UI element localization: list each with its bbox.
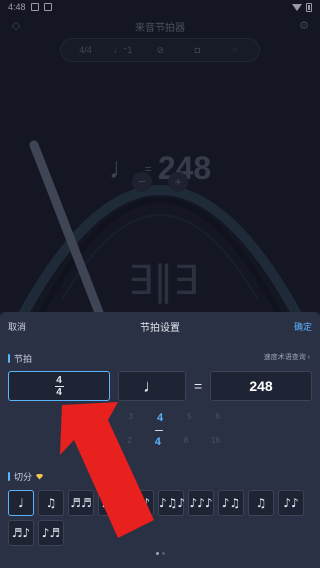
picker-option[interactable]: 2 xyxy=(100,412,104,424)
cancel-button[interactable]: 取消 xyxy=(8,320,26,333)
beat-section-label: 节拍 xyxy=(8,352,32,365)
page-indicator xyxy=(0,552,320,555)
section-marker xyxy=(8,472,10,481)
denominator-picker[interactable]: 1 2 4 8 16 xyxy=(100,436,220,448)
picker-divider xyxy=(155,430,163,431)
time-signature-field[interactable]: 4 4 xyxy=(8,371,110,401)
subdivision-option[interactable]: ♫ xyxy=(248,490,274,516)
bpm-field[interactable]: 248 xyxy=(210,371,312,401)
picker-option[interactable]: 5 xyxy=(187,412,191,424)
subdivision-section-text: 切分 xyxy=(14,472,33,482)
confirm-button[interactable]: 确定 xyxy=(294,320,312,333)
subdivision-option[interactable]: ♪♫ xyxy=(98,490,124,516)
picker-option[interactable]: 6 xyxy=(216,412,220,424)
picker-option[interactable]: 3 xyxy=(128,412,132,424)
subdivision-option[interactable]: ♬♪ xyxy=(8,520,34,546)
tempo-terms-link[interactable]: 速度术语查询 › xyxy=(264,352,310,362)
section-marker xyxy=(8,354,10,363)
sheet-header: 取消 节拍设置 确定 xyxy=(0,312,320,340)
picker-option[interactable]: 1 xyxy=(100,436,104,448)
subdivision-grid: ♩ ♫ ♬♬ ♪♫ ♫♪ ♪♫♪ ♪♪♪ ♪♫ ♫ ♪♪ ♬♪ ♪♬ xyxy=(8,490,312,546)
subdivision-option[interactable]: ♪♪♪ xyxy=(188,490,214,516)
subdivision-section-label: 切分 xyxy=(8,470,44,483)
picker-option-selected[interactable]: 4 xyxy=(155,436,161,448)
beat-section-text: 节拍 xyxy=(14,354,33,364)
subdivision-option[interactable]: ♪♪ xyxy=(278,490,304,516)
page-dot-active xyxy=(155,552,159,555)
note-value-field[interactable]: ♩ xyxy=(118,371,186,401)
picker-option[interactable]: 2 xyxy=(127,436,131,448)
dim-overlay[interactable] xyxy=(0,0,320,312)
meter-numerator: 4 xyxy=(56,374,62,386)
meter-denominator: 4 xyxy=(56,386,62,398)
equals-sign: = xyxy=(194,378,203,394)
subdivision-option[interactable]: ♪♫ xyxy=(218,490,244,516)
picker-option[interactable]: 8 xyxy=(184,436,188,448)
subdivision-option[interactable]: ♫♪ xyxy=(128,490,154,516)
sheet-title: 节拍设置 xyxy=(140,322,180,334)
subdivision-option[interactable]: ♪♫♪ xyxy=(158,490,185,516)
subdivision-option-selected[interactable]: ♩ xyxy=(8,490,34,516)
subdivision-option[interactable]: ♫ xyxy=(38,490,64,516)
numerator-picker[interactable]: 2 3 4 5 6 xyxy=(100,412,220,424)
picker-option-selected[interactable]: 4 xyxy=(157,412,163,424)
beat-settings-sheet: 取消 节拍设置 确定 节拍 速度术语查询 › 4 4 ♩ = 248 2 3 4… xyxy=(0,312,320,568)
premium-gem-icon xyxy=(36,473,44,480)
subdivision-option[interactable]: ♬♬ xyxy=(68,490,94,516)
picker-option[interactable]: 16 xyxy=(211,436,220,448)
page-dot xyxy=(161,552,165,555)
subdivision-option[interactable]: ♪♬ xyxy=(38,520,64,546)
